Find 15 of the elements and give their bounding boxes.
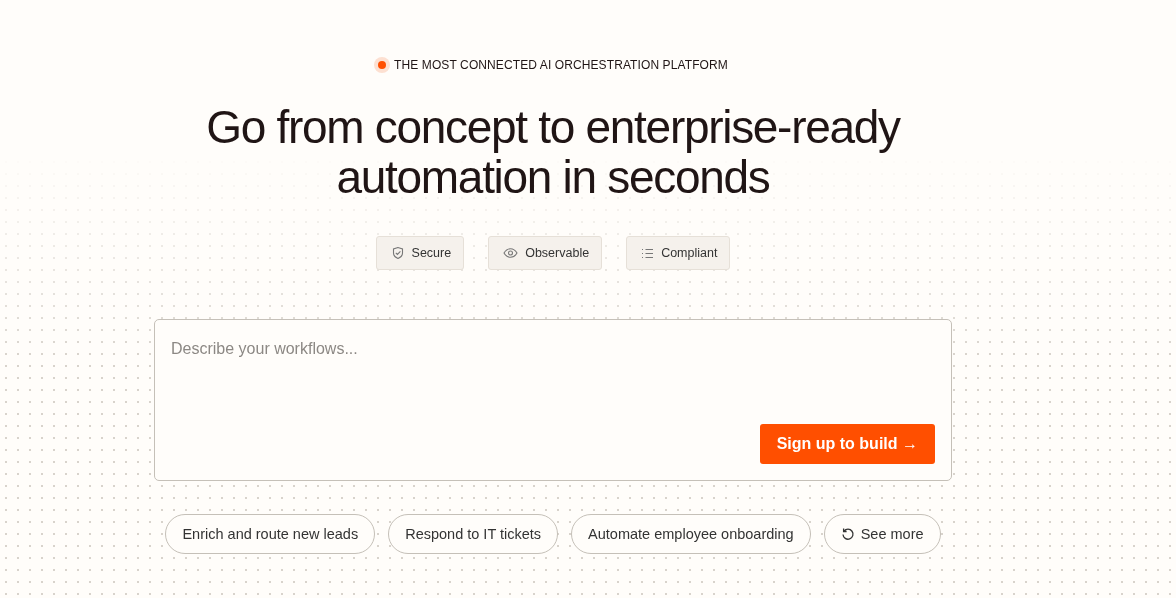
feature-badge: Compliant [626,236,731,270]
see-more-button[interactable]: See more [823,514,941,554]
headline: automation in seconds [335,152,770,202]
suggestion-chip[interactable]: Respond to IT tickets [388,514,559,554]
suggestion-chip[interactable]: Enrich and route new leads [165,514,376,554]
eye-icon [503,247,519,259]
list-icon [641,247,655,259]
refresh-icon [840,527,855,541]
eyebrow-text: THE MOST CONNECTED AI ORCHESTRATION PLATFORM [394,58,728,72]
shield-icon [390,246,405,260]
feature-badge: Secure [375,236,465,270]
status-dot [378,61,387,69]
feature-badge: Observable [488,236,603,270]
headline: Go from concept to enterprise-ready [206,102,900,152]
suggestion-chip[interactable]: Automate employee onboarding [571,514,811,554]
